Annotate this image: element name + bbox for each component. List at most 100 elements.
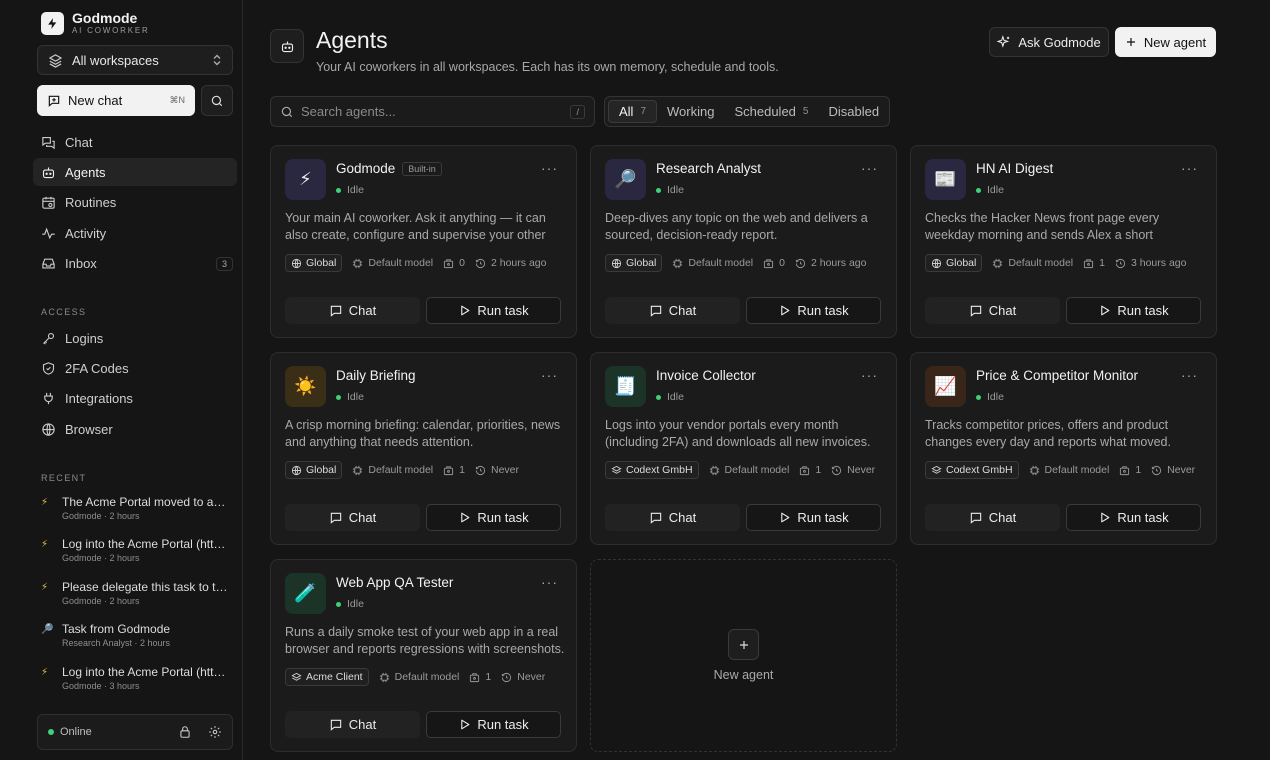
- history-icon: [1115, 258, 1126, 269]
- bolt-icon: ⚡: [41, 666, 49, 678]
- sidebar-item-inbox[interactable]: Inbox 3: [33, 250, 237, 278]
- last-run-info: Never: [475, 464, 519, 476]
- filter-tabs: All 7 Working Scheduled 5 Disabled: [604, 96, 890, 127]
- more-options-icon[interactable]: ···: [861, 367, 878, 383]
- chat-button-label: Chat: [668, 510, 697, 525]
- agent-description: Logs into your vendor portals every mont…: [605, 418, 871, 449]
- play-icon: [458, 718, 471, 731]
- inbox-count-badge: 3: [215, 256, 233, 271]
- nav-label: Agents: [65, 164, 106, 180]
- builtin-badge: Built-in: [402, 161, 442, 176]
- sidebar-item-2fa-codes[interactable]: 2FA Codes: [33, 354, 237, 382]
- new-agent-card[interactable]: New agent: [590, 559, 897, 752]
- tools-count: 1: [485, 671, 492, 683]
- run-task-button[interactable]: Run task: [1066, 297, 1201, 324]
- recent-item[interactable]: ⚡ Log into the Acme Portal (http://... Go…: [41, 536, 237, 578]
- recent-item[interactable]: ⚡ Log into the Acme Portal (http://... Go…: [41, 664, 237, 706]
- recent-item[interactable]: 🔎 Task from Godmode Research Analyst · 2 …: [41, 621, 237, 663]
- agent-chat-button[interactable]: Chat: [925, 504, 1060, 531]
- new-chat-button[interactable]: New chat ⌘N: [37, 85, 195, 116]
- agent-card[interactable]: 📰 HN AI Digest Idle ··· Checks the Hacker Ne…: [910, 145, 1217, 338]
- play-icon: [458, 304, 471, 317]
- filter-count: 5: [802, 106, 809, 117]
- run-task-button[interactable]: Run task: [746, 297, 881, 324]
- last-run-info: Never: [1151, 464, 1195, 476]
- workspace-select[interactable]: All workspaces: [37, 45, 233, 75]
- agent-avatar: 📈: [925, 366, 966, 407]
- status-dot-icon: [656, 187, 661, 193]
- agent-chat-button[interactable]: Chat: [925, 297, 1060, 324]
- scope-label: Global: [306, 464, 337, 476]
- run-task-button[interactable]: Run task: [746, 504, 881, 531]
- sidebar-item-activity[interactable]: Activity: [33, 219, 237, 247]
- history-icon: [1151, 465, 1162, 476]
- sidebar-item-logins[interactable]: Logins: [33, 324, 237, 352]
- recent-item[interactable]: ⚡ Please delegate this task to the... God…: [41, 579, 237, 621]
- filter-tab-disabled[interactable]: Disabled: [818, 100, 889, 123]
- model-info: Default model: [672, 257, 753, 269]
- agent-chat-button[interactable]: Chat: [285, 297, 420, 324]
- recent-title: Please delegate this task to the...: [62, 579, 228, 594]
- more-options-icon[interactable]: ···: [861, 160, 878, 176]
- sidebar-item-chat[interactable]: Chat: [33, 128, 237, 156]
- agent-meta: Global Default model 0 2 hours ago: [285, 254, 546, 272]
- filter-tab-working[interactable]: Working: [657, 100, 724, 123]
- scope-chip: Global: [605, 254, 663, 272]
- page-subtitle: Your AI coworkers in all workspaces. Eac…: [316, 60, 779, 74]
- agent-card[interactable]: 🧾 Invoice Collector Idle ··· Logs into your …: [590, 352, 897, 545]
- agent-name-row: Research Analyst: [656, 161, 761, 176]
- search-input[interactable]: [301, 104, 571, 119]
- agent-chat-button[interactable]: Chat: [285, 504, 420, 531]
- sidebar-item-routines[interactable]: Routines: [33, 189, 237, 217]
- chip-icon: [709, 465, 720, 476]
- agent-card[interactable]: ⚡ Godmode Built-in Idle ··· Your main AI cowo…: [270, 145, 577, 338]
- agent-card[interactable]: ☀️ Daily Briefing Idle ··· A crisp morning b…: [270, 352, 577, 545]
- last-run-info: 3 hours ago: [1115, 257, 1186, 269]
- globe-icon: [291, 258, 302, 269]
- run-task-button[interactable]: Run task: [426, 297, 561, 324]
- agent-emoji-icon: 📈: [934, 376, 957, 396]
- agent-status-label: Idle: [347, 391, 364, 403]
- more-options-icon[interactable]: ···: [1181, 367, 1198, 383]
- agent-card[interactable]: 📈 Price & Competitor Monitor Idle ··· Tracks…: [910, 352, 1217, 545]
- agent-chat-button[interactable]: Chat: [605, 504, 740, 531]
- filter-label: Working: [667, 104, 715, 119]
- agent-meta: Codext GmbH Default model 1 Never: [925, 461, 1195, 479]
- more-options-icon[interactable]: ···: [1181, 160, 1198, 176]
- run-task-button[interactable]: Run task: [426, 711, 561, 738]
- lock-icon[interactable]: [178, 725, 192, 739]
- sidebar-item-browser[interactable]: Browser: [33, 415, 237, 443]
- settings-gear-icon[interactable]: [208, 725, 222, 739]
- sidebar-item-agents[interactable]: Agents: [33, 158, 237, 187]
- more-options-icon[interactable]: ···: [541, 574, 558, 590]
- new-chat-icon: [47, 94, 61, 108]
- agent-status: Idle: [336, 391, 364, 403]
- history-icon: [501, 672, 512, 683]
- page-title: Agents: [316, 27, 388, 53]
- agent-avatar: ⚡: [285, 159, 326, 200]
- brand-name: Godmode: [72, 10, 138, 26]
- run-button-label: Run task: [1117, 510, 1169, 525]
- globe-icon: [611, 258, 622, 269]
- run-task-button[interactable]: Run task: [426, 504, 561, 531]
- agent-chat-button[interactable]: Chat: [605, 297, 740, 324]
- agent-name: Invoice Collector: [656, 368, 756, 383]
- agent-chat-button[interactable]: Chat: [285, 711, 420, 738]
- agent-description: Checks the Hacker News front page every …: [925, 211, 1160, 242]
- sidebar-search-button[interactable]: [201, 85, 233, 116]
- agent-avatar: 📰: [925, 159, 966, 200]
- filter-tab-scheduled[interactable]: Scheduled 5: [724, 100, 818, 123]
- access-section-title: ACCESS: [41, 307, 87, 317]
- chat-icon: [649, 511, 663, 525]
- run-task-button[interactable]: Run task: [1066, 504, 1201, 531]
- agent-card[interactable]: 🧪 Web App QA Tester Idle ··· Runs a daily sm…: [270, 559, 577, 752]
- more-options-icon[interactable]: ···: [541, 160, 558, 176]
- recent-item[interactable]: ⚡ The Acme Portal moved to a new... Godmo…: [41, 494, 237, 536]
- sidebar-item-integrations[interactable]: Integrations: [33, 385, 237, 413]
- plus-icon: [1125, 36, 1137, 48]
- agent-card[interactable]: 🔎 Research Analyst Idle ··· Deep-dives any t…: [590, 145, 897, 338]
- ask-godmode-button[interactable]: Ask Godmode: [989, 27, 1109, 57]
- more-options-icon[interactable]: ···: [541, 367, 558, 383]
- new-agent-button[interactable]: New agent: [1115, 27, 1216, 57]
- filter-tab-all[interactable]: All 7: [608, 100, 658, 123]
